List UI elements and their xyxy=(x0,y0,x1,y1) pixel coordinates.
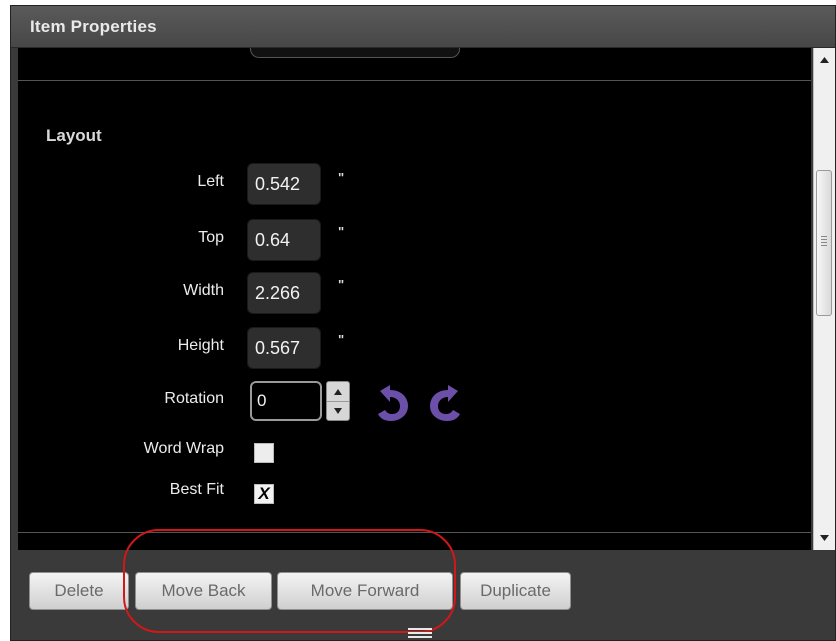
rotate-counterclockwise-icon xyxy=(378,385,408,421)
height-unit: " xyxy=(338,332,345,347)
vertical-scrollbar[interactable] xyxy=(813,48,835,550)
scroll-down-icon xyxy=(820,535,829,541)
top-field[interactable]: 0.64 xyxy=(247,219,321,261)
window-title: Item Properties xyxy=(30,17,157,36)
scroll-down-button[interactable] xyxy=(814,529,835,547)
title-bar: Item Properties xyxy=(11,6,835,48)
rotate-right-button[interactable] xyxy=(426,381,466,423)
rotation-spinner xyxy=(326,381,350,421)
width-label: Width xyxy=(183,282,224,299)
spinner-up-button[interactable] xyxy=(327,382,349,402)
rotation-label: Rotation xyxy=(164,390,224,407)
thumb-grip-icon xyxy=(821,236,827,248)
scroll-up-button[interactable] xyxy=(814,51,835,69)
resize-grip-icon[interactable] xyxy=(408,628,432,640)
width-unit: " xyxy=(338,277,345,292)
height-field[interactable]: 0.567 xyxy=(247,327,321,369)
item-properties-window: Item Properties Layout Left Top Width He… xyxy=(10,5,836,641)
left-field[interactable]: 0.542 xyxy=(247,163,321,205)
label-column: Left Top Width Height Rotation Word Wrap… xyxy=(84,48,224,550)
rotation-input[interactable]: 0 xyxy=(250,381,322,421)
top-unit: " xyxy=(338,224,345,239)
width-field[interactable]: 2.266 xyxy=(247,272,321,314)
rotate-left-button[interactable] xyxy=(372,381,412,423)
properties-panel: Layout Left Top Width Height Rotation Wo… xyxy=(18,48,811,550)
word-wrap-checkbox[interactable] xyxy=(254,443,274,463)
top-label: Top xyxy=(198,229,224,246)
spinner-up-icon xyxy=(334,388,342,395)
spinner-down-button[interactable] xyxy=(327,401,349,420)
left-unit: " xyxy=(338,170,345,185)
spinner-down-icon xyxy=(334,407,342,414)
rotate-clockwise-icon xyxy=(430,385,460,421)
move-forward-button[interactable]: Move Forward xyxy=(277,572,453,610)
scroll-thumb[interactable] xyxy=(816,170,832,316)
move-back-button[interactable]: Move Back xyxy=(135,572,272,610)
height-label: Height xyxy=(177,337,224,354)
delete-button[interactable]: Delete xyxy=(29,572,129,610)
divider-bottom xyxy=(18,532,811,533)
word-wrap-label: Word Wrap xyxy=(143,440,224,457)
section-tab[interactable] xyxy=(250,48,460,58)
left-label: Left xyxy=(197,173,224,190)
best-fit-label: Best Fit xyxy=(169,481,224,498)
best-fit-checkbox[interactable]: X xyxy=(254,484,274,504)
duplicate-button[interactable]: Duplicate xyxy=(460,572,571,610)
scroll-up-icon xyxy=(820,57,829,63)
